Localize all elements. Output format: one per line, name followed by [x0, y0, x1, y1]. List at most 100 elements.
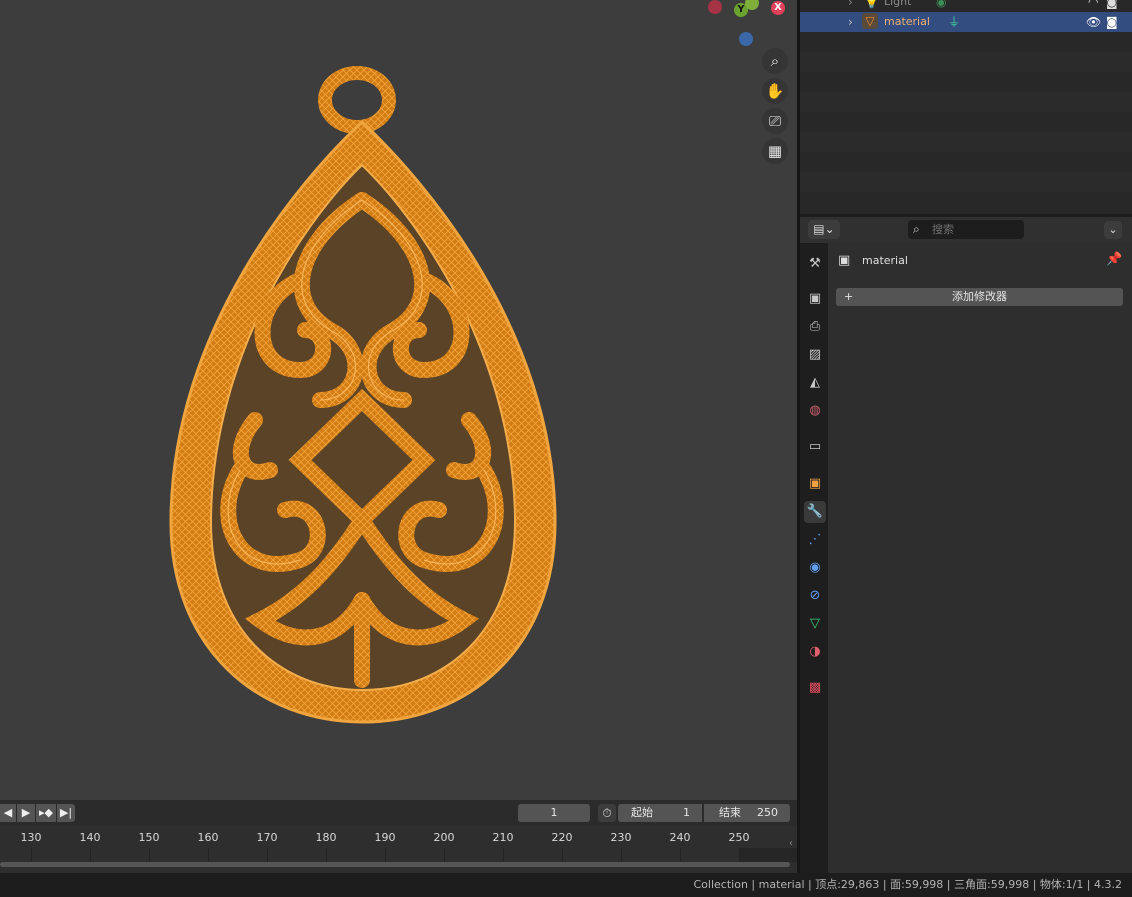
constraints-tab-icon[interactable]: ⊘: [804, 585, 826, 607]
start-frame-field[interactable]: 起始 1: [618, 804, 702, 822]
end-frame-value: 250: [757, 806, 778, 819]
timeline-scrollbar[interactable]: [0, 862, 790, 867]
editor-type-dropdown[interactable]: ▤⌄: [808, 220, 840, 239]
jump-to-start-icon[interactable]: ◀: [0, 804, 16, 822]
gizmo-x-axis[interactable]: X: [771, 1, 785, 15]
start-frame-value: 1: [683, 806, 690, 819]
frame-tick-label: 250: [728, 831, 750, 844]
outliner-row-light[interactable]: › 💡 Light ◉ ◠ ◙: [800, 0, 1132, 12]
output-tab-icon[interactable]: ⎙: [804, 316, 826, 338]
frame-tick-label: 160: [197, 831, 219, 844]
chevron-right-icon[interactable]: ›: [848, 12, 853, 32]
outliner-item-label[interactable]: material: [884, 12, 930, 32]
current-frame-value: 1: [550, 806, 558, 819]
frame-tick-label: 130: [20, 831, 42, 844]
frame-tick-label: 220: [551, 831, 573, 844]
outliner[interactable]: › 💡 Light ◉ ◠ ◙ › ▽ material ⏚ 👁 ◙: [800, 0, 1132, 214]
pendant-wireframe-model: [169, 66, 557, 724]
frame-grid-line: [680, 848, 681, 863]
scene-statistics: Collection | material | 顶点:29,863 | 面:59…: [693, 878, 1123, 891]
timeline-end-region: [740, 848, 797, 862]
perspective-grid-icon[interactable]: ▦: [762, 138, 788, 164]
start-frame-label: 起始: [631, 806, 653, 819]
frame-grid-line: [444, 848, 445, 863]
particles-tab-icon[interactable]: ⋰: [804, 529, 826, 551]
properties-search-input[interactable]: ⌕ 搜索: [908, 220, 1024, 239]
frame-grid-line: [149, 848, 150, 863]
outliner-item-label[interactable]: Light: [884, 0, 911, 12]
view-layer-tab-icon[interactable]: ▨: [804, 344, 826, 366]
play-icon[interactable]: ▶: [17, 804, 35, 822]
tool-tab-icon[interactable]: ⚒: [804, 253, 826, 275]
camera-view-icon[interactable]: ⎚: [762, 108, 788, 134]
frame-tick-label: 180: [315, 831, 337, 844]
light-data-icon: ◉: [936, 0, 947, 9]
scene-tab-icon[interactable]: ◭: [804, 372, 826, 394]
frame-grid-line: [385, 848, 386, 863]
object-tab-icon[interactable]: ▣: [804, 473, 826, 495]
pin-icon[interactable]: 📌: [1106, 252, 1122, 267]
light-icon: 💡: [864, 0, 879, 9]
timeline[interactable]: 130 140 150 160 170 180 190 200 210 220 …: [0, 826, 797, 873]
zoom-icon[interactable]: ⌕: [762, 48, 788, 74]
gizmo-neg-x-ball[interactable]: [708, 0, 722, 14]
render-camera-icon[interactable]: ◙: [1106, 0, 1118, 12]
jump-to-end-icon[interactable]: ▶|: [57, 804, 75, 822]
search-icon: ⌕: [913, 222, 920, 236]
frame-grid-line: [621, 848, 622, 863]
next-keyframe-icon[interactable]: ▸◆: [36, 804, 56, 822]
mesh-data-icon[interactable]: ⏚: [948, 12, 960, 32]
pan-hand-icon[interactable]: ✋: [762, 78, 788, 104]
search-placeholder: 搜索: [932, 223, 954, 236]
3d-viewport[interactable]: Y X ⌕ ✋ ⎚ ▦: [0, 0, 797, 800]
stopwatch-icon[interactable]: ⏱: [598, 804, 616, 822]
texture-tab-icon[interactable]: ▩: [804, 677, 826, 699]
chevron-down-icon[interactable]: ⌄: [1104, 221, 1122, 239]
end-frame-label: 结束: [719, 806, 741, 819]
mesh-object-icon: ▽: [862, 13, 878, 29]
collection-tab-icon[interactable]: ▭: [804, 436, 826, 458]
object-type-icon: ▣: [838, 253, 851, 268]
timeline-header: ◀ ▶ ▸◆ ▶| 1 ⏱ 起始 1 结束 250: [0, 800, 797, 826]
frame-tick-label: 140: [79, 831, 101, 844]
add-modifier-button[interactable]: + 添加修改器: [836, 288, 1123, 306]
outliner-empty-row: [800, 172, 1132, 192]
frame-grid-line: [326, 848, 327, 863]
physics-tab-icon[interactable]: ◉: [804, 557, 826, 579]
plus-icon: +: [844, 290, 854, 303]
end-frame-field[interactable]: 结束 250: [704, 804, 790, 822]
frame-grid-line: [267, 848, 268, 863]
current-frame-field[interactable]: 1: [518, 804, 590, 822]
frame-tick-label: 150: [138, 831, 160, 844]
render-camera-icon[interactable]: ◙: [1106, 12, 1118, 32]
chevron-left-icon[interactable]: ‹: [789, 838, 793, 849]
frame-grid-line: [562, 848, 563, 863]
visibility-eye-icon[interactable]: 👁: [1086, 12, 1101, 32]
visibility-eye-icon[interactable]: ◠: [1088, 0, 1098, 12]
render-tab-icon[interactable]: ▣: [804, 288, 826, 310]
frame-tick-label: 210: [492, 831, 514, 844]
frame-grid-line: [208, 848, 209, 863]
frame-tick-label: 170: [256, 831, 278, 844]
properties-panel: ▣ material 📌 + 添加修改器: [828, 243, 1132, 873]
world-tab-icon[interactable]: ◍: [804, 400, 826, 422]
properties-tab-bar: ⚒ ▣ ⎙ ▨ ◭ ◍ ▭ ▣ 🔧 ⋰ ◉ ⊘ ▽ ◑ ▩: [800, 243, 828, 873]
frame-grid-line: [90, 848, 91, 863]
frame-tick-label: 240: [669, 831, 691, 844]
frame-grid-line: [31, 848, 32, 863]
outliner-empty-row: [800, 52, 1132, 72]
chevron-right-icon[interactable]: ›: [848, 0, 853, 12]
material-tab-icon[interactable]: ◑: [804, 641, 826, 663]
modifiers-tab-icon[interactable]: 🔧: [804, 501, 826, 523]
properties-header: ▤⌄ ⌕ 搜索 ⌄: [800, 217, 1132, 243]
frame-tick-label: 190: [374, 831, 396, 844]
frame-tick-label: 200: [433, 831, 455, 844]
mesh-data-tab-icon[interactable]: ▽: [804, 613, 826, 635]
outliner-empty-row: [800, 132, 1132, 152]
outliner-row-material[interactable]: › ▽ material ⏚ 👁 ◙: [800, 12, 1132, 32]
object-name[interactable]: material: [862, 254, 908, 267]
status-bar: Collection | material | 顶点:29,863 | 面:59…: [0, 873, 1132, 897]
frame-tick-label: 230: [610, 831, 632, 844]
add-modifier-label: 添加修改器: [952, 290, 1007, 303]
gizmo-neg-z-ball[interactable]: [739, 32, 753, 46]
